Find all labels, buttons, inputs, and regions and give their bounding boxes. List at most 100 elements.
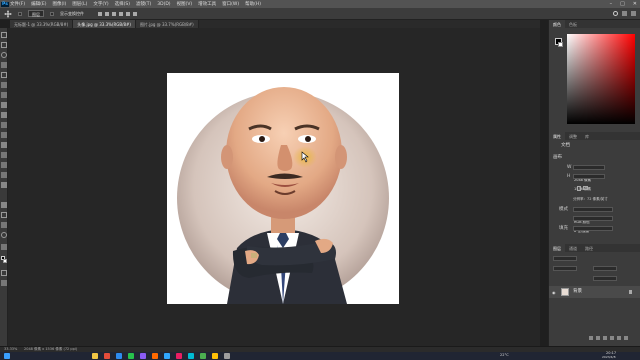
shape-tool-icon[interactable] <box>1 212 7 218</box>
caricature-image[interactable] <box>167 73 399 304</box>
marquee-tool-icon[interactable] <box>1 42 7 48</box>
auto-select-dropdown[interactable]: 图层 <box>28 10 44 17</box>
mode-select[interactable]: RGB 颜色 <box>573 207 613 224</box>
layer-actions[interactable] <box>589 336 628 340</box>
history-brush-icon[interactable] <box>1 132 7 138</box>
eyedropper-icon[interactable] <box>1 92 7 98</box>
menu-type[interactable]: 文字(Y) <box>93 1 108 7</box>
show-transform-label: 显示变换控件 <box>60 10 84 16</box>
tab-color[interactable]: 颜色 <box>549 20 565 28</box>
auto-select-checkbox[interactable] <box>18 11 22 16</box>
gradient-tool-icon[interactable] <box>1 152 7 158</box>
menu-image[interactable]: 图像(I) <box>52 1 66 7</box>
clock-date[interactable]: 2023/4/8 <box>602 356 615 359</box>
align-icons[interactable] <box>98 11 137 16</box>
fill-field[interactable] <box>593 276 617 281</box>
properties-tabs: 属性 调整 库 <box>549 132 640 140</box>
move-tool-icon[interactable] <box>4 9 12 18</box>
maximize-icon[interactable]: □ <box>620 1 625 7</box>
tab-adjustments[interactable]: 调整 <box>565 132 581 140</box>
screen-mode-icon[interactable] <box>1 280 7 286</box>
tab-layers[interactable]: 图层 <box>549 244 565 252</box>
photoshop-taskbar-icon[interactable] <box>164 353 170 359</box>
weather-text[interactable]: 22°C <box>500 353 509 358</box>
tab-paths[interactable]: 路径 <box>581 244 597 252</box>
width-field[interactable]: 2048 像素 <box>573 165 605 182</box>
eraser-tool-icon[interactable] <box>1 142 7 148</box>
options-bar: 图层 显示变换控件 <box>0 8 640 20</box>
document-tabs: 无标题-1 @ 33.3%(RGB/8#) 头像.jpg @ 33.3%(RGB… <box>10 20 540 28</box>
quick-mask-icon[interactable] <box>1 270 7 276</box>
blur-tool-icon[interactable] <box>1 162 7 168</box>
height-field[interactable]: 1536 像素 <box>573 174 605 191</box>
magic-wand-icon[interactable] <box>1 62 7 68</box>
lasso-tool-icon[interactable] <box>1 52 7 58</box>
menu-help[interactable]: 帮助(H) <box>245 1 261 7</box>
hand-tool-icon[interactable] <box>1 222 7 228</box>
app-icon-7[interactable] <box>188 353 194 359</box>
app-icon-1[interactable] <box>104 353 110 359</box>
tab-picture[interactable]: 图片.jpg @ 33.7%(RGB/8#) <box>135 20 199 28</box>
menu-3d[interactable]: 3D(D) <box>157 2 170 7</box>
layer-name: 背景 <box>573 289 582 294</box>
type-tool-icon[interactable]: T <box>1 192 7 209</box>
lock-icon <box>629 290 632 294</box>
file-explorer-icon[interactable] <box>92 353 98 359</box>
background-color-swatch[interactable] <box>3 259 7 263</box>
dodge-tool-icon[interactable] <box>1 172 7 178</box>
move-tool-icon[interactable] <box>1 32 7 38</box>
visibility-eye-icon[interactable]: ◉ <box>552 290 556 295</box>
start-icon[interactable] <box>4 353 10 359</box>
menu-view[interactable]: 视图(V) <box>177 1 193 7</box>
background-swatch[interactable] <box>558 42 563 47</box>
menu-edit[interactable]: 编辑(E) <box>31 1 46 7</box>
brush-tool-icon[interactable] <box>1 112 7 118</box>
stamp-tool-icon[interactable] <box>1 122 7 128</box>
zoom-tool-icon[interactable] <box>1 232 7 238</box>
orientation-icons[interactable] <box>577 186 588 191</box>
show-transform-checkbox[interactable] <box>50 11 54 16</box>
fill-select[interactable] <box>573 226 613 231</box>
menu-select[interactable]: 选择(S) <box>115 1 130 7</box>
menu-layer[interactable]: 图层(L) <box>72 1 87 7</box>
opacity-field[interactable] <box>593 266 617 271</box>
layer-row[interactable]: ◉ 背景 <box>549 286 640 298</box>
workspace-icon[interactable] <box>622 11 627 16</box>
layer-filter-select[interactable] <box>553 256 577 261</box>
share-icon[interactable] <box>631 11 636 16</box>
pen-tool-icon[interactable] <box>1 182 7 188</box>
bit-depth-select[interactable]: 8 位/通道 <box>573 216 613 233</box>
tab-avatar[interactable]: 头像.jpg @ 33.3%(RGB/8#) <box>73 20 136 28</box>
app-icon-8[interactable] <box>200 353 206 359</box>
app-icon-4[interactable] <box>140 353 146 359</box>
blend-mode-select[interactable] <box>553 266 577 271</box>
color-picker-field[interactable] <box>567 34 635 124</box>
edit-toolbar-icon[interactable] <box>1 244 7 250</box>
app-icon-5[interactable] <box>152 353 158 359</box>
app-icon-10[interactable] <box>224 353 230 359</box>
resolution-text: 分辨率：72 像素/英寸 <box>573 197 608 201</box>
app-icon-3[interactable] <box>128 353 134 359</box>
app-icon-6[interactable] <box>176 353 182 359</box>
menu-plugins[interactable]: 增效工具 <box>198 1 216 7</box>
layers-tabs: 图层 通道 路径 <box>549 244 640 252</box>
layer-thumbnail <box>561 288 569 296</box>
tab-swatches[interactable]: 色板 <box>565 20 581 28</box>
healing-brush-icon[interactable] <box>1 102 7 108</box>
tab-untitled[interactable]: 无标题-1 @ 33.3%(RGB/8#) <box>10 20 74 28</box>
app-icon-2[interactable] <box>116 353 122 359</box>
menu-file[interactable]: 文件(F) <box>10 1 25 7</box>
path-selection-icon[interactable] <box>1 202 7 208</box>
menu-window[interactable]: 窗口(W) <box>222 1 239 7</box>
tab-properties[interactable]: 属性 <box>549 132 565 140</box>
tab-channels[interactable]: 通道 <box>565 244 581 252</box>
zoom-level[interactable]: 33.33% <box>4 347 17 352</box>
close-icon[interactable]: ✕ <box>633 1 637 7</box>
crop-tool-icon[interactable] <box>1 72 7 78</box>
search-icon[interactable] <box>613 11 618 16</box>
minimize-icon[interactable]: – <box>610 1 613 7</box>
tab-libraries[interactable]: 库 <box>581 132 593 140</box>
app-icon-9[interactable] <box>212 353 218 359</box>
menu-filter[interactable]: 滤镜(T) <box>136 1 151 7</box>
frame-tool-icon[interactable] <box>1 82 7 88</box>
